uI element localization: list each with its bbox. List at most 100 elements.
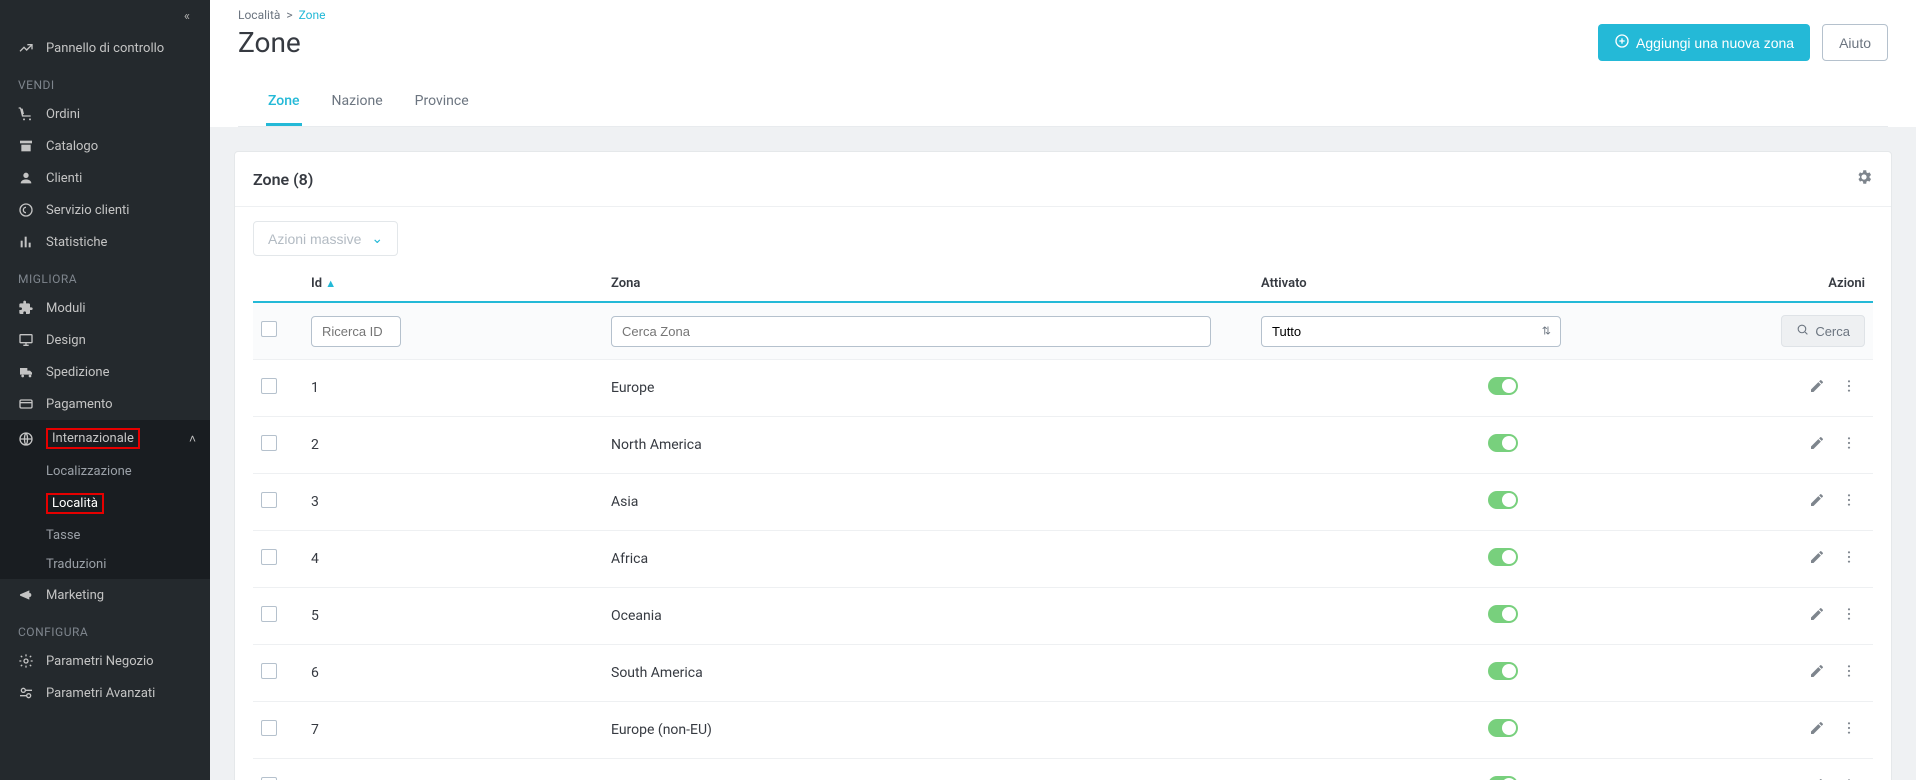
table-row: 8Central America/Antilla <box>253 759 1873 780</box>
sidebar-subitem-tasse[interactable]: Tasse <box>0 521 210 550</box>
sidebar-item-design[interactable]: Design <box>0 324 210 356</box>
sidebar-subitem-traduzioni[interactable]: Traduzioni <box>0 550 210 579</box>
sidebar-item-catalogo[interactable]: Catalogo <box>0 130 210 162</box>
row-checkbox[interactable] <box>261 435 277 451</box>
row-checkbox[interactable] <box>261 549 277 565</box>
sidebar-subitem-localizzazione[interactable]: Localizzazione <box>0 457 210 486</box>
clients-icon <box>18 170 34 186</box>
gear-icon <box>1855 168 1873 186</box>
row-more-button[interactable] <box>1833 545 1865 573</box>
dots-vertical-icon <box>1841 663 1857 679</box>
filter-id-input[interactable] <box>311 316 401 347</box>
breadcrumb: Località > Zone <box>238 8 1888 22</box>
active-toggle[interactable] <box>1488 776 1518 780</box>
stats-icon <box>18 234 34 250</box>
tab-province[interactable]: Province <box>413 79 471 126</box>
sidebar: « Pannello di controllo VENDI Ordini Cat… <box>0 0 210 780</box>
cell-id: 5 <box>303 588 603 645</box>
active-toggle[interactable] <box>1488 548 1518 566</box>
sidebar-item-statistiche[interactable]: Statistiche <box>0 226 210 258</box>
tab-zone[interactable]: Zone <box>266 79 302 126</box>
page-title: Zone <box>238 26 301 59</box>
sidebar-item-ordini[interactable]: Ordini <box>0 98 210 130</box>
edit-button[interactable] <box>1801 602 1833 630</box>
help-button[interactable]: Aiuto <box>1822 24 1888 61</box>
active-toggle[interactable] <box>1488 719 1518 737</box>
sidebar-item-pagamento[interactable]: Pagamento <box>0 388 210 420</box>
filter-zona-input[interactable] <box>611 316 1211 347</box>
highlight-box: Località <box>46 493 104 514</box>
pencil-icon <box>1809 606 1825 622</box>
card-settings-button[interactable] <box>1855 168 1873 190</box>
sidebar-item-moduli[interactable]: Moduli <box>0 292 210 324</box>
sidebar-item-parametri-negozio[interactable]: Parametri Negozio <box>0 645 210 677</box>
sidebar-collapse-button[interactable]: « <box>0 0 210 32</box>
sidebar-item-dashboard[interactable]: Pannello di controllo <box>0 32 210 64</box>
row-checkbox[interactable] <box>261 663 277 679</box>
edit-button[interactable] <box>1801 374 1833 402</box>
active-toggle[interactable] <box>1488 662 1518 680</box>
breadcrumb-current[interactable]: Zone <box>299 8 326 22</box>
chevron-up-icon: ˄ <box>189 432 196 446</box>
select-all-checkbox[interactable] <box>261 321 277 337</box>
topbar: Località > Zone Zone Aggiungi una nuova … <box>210 0 1916 127</box>
sidebar-item-label: Spedizione <box>46 365 110 380</box>
column-header-zona[interactable]: Zona <box>603 266 1253 302</box>
sidebar-item-parametri-avanzati[interactable]: Parametri Avanzati <box>0 677 210 709</box>
tab-nazione[interactable]: Nazione <box>330 79 385 126</box>
active-toggle[interactable] <box>1488 434 1518 452</box>
sidebar-item-internazionale[interactable]: Internazionale ˄ <box>0 420 210 457</box>
sidebar-item-marketing[interactable]: Marketing <box>0 579 210 611</box>
sidebar-item-clienti[interactable]: Clienti <box>0 162 210 194</box>
edit-button[interactable] <box>1801 716 1833 744</box>
column-header-id[interactable]: Id ▲ <box>303 266 603 302</box>
row-more-button[interactable] <box>1833 431 1865 459</box>
advanced-icon <box>18 685 34 701</box>
card-title: Zone (8) <box>253 170 313 189</box>
add-zone-button[interactable]: Aggiungi una nuova zona <box>1598 24 1810 61</box>
table-row: 1Europe <box>253 360 1873 417</box>
edit-button[interactable] <box>1801 773 1833 780</box>
sidebar-item-spedizione[interactable]: Spedizione <box>0 356 210 388</box>
main-content: Località > Zone Zone Aggiungi una nuova … <box>210 0 1916 780</box>
filter-row: Tutto Cerca <box>253 302 1873 360</box>
sidebar-section-configura: CONFIGURA <box>0 611 210 645</box>
edit-button[interactable] <box>1801 431 1833 459</box>
sidebar-subitem-localita[interactable]: Località <box>0 486 210 521</box>
breadcrumb-parent[interactable]: Località <box>238 8 280 22</box>
row-checkbox[interactable] <box>261 606 277 622</box>
row-more-button[interactable] <box>1833 716 1865 744</box>
bulk-actions-button[interactable]: Azioni massive ⌄ <box>253 221 398 256</box>
button-label: Aggiungi una nuova zona <box>1636 35 1794 51</box>
row-more-button[interactable] <box>1833 602 1865 630</box>
column-header-attivato[interactable]: Attivato <box>1253 266 1753 302</box>
row-more-button[interactable] <box>1833 488 1865 516</box>
sidebar-item-servizio-clienti[interactable]: Servizio clienti <box>0 194 210 226</box>
row-more-button[interactable] <box>1833 374 1865 402</box>
edit-button[interactable] <box>1801 488 1833 516</box>
edit-button[interactable] <box>1801 545 1833 573</box>
active-toggle[interactable] <box>1488 491 1518 509</box>
cell-zona: Europe <box>603 360 1253 417</box>
filter-attivato-select[interactable]: Tutto <box>1261 316 1561 347</box>
active-toggle[interactable] <box>1488 605 1518 623</box>
cell-zona: North America <box>603 417 1253 474</box>
sidebar-section-migliora: MIGLIORA <box>0 258 210 292</box>
row-checkbox[interactable] <box>261 492 277 508</box>
row-more-button[interactable] <box>1833 659 1865 687</box>
dots-vertical-icon <box>1841 606 1857 622</box>
cell-id: 8 <box>303 759 603 780</box>
row-checkbox[interactable] <box>261 378 277 394</box>
row-checkbox[interactable] <box>261 720 277 736</box>
edit-button[interactable] <box>1801 659 1833 687</box>
search-button[interactable]: Cerca <box>1781 315 1865 347</box>
sidebar-section-vendi: VENDI <box>0 64 210 98</box>
truck-icon <box>18 364 34 380</box>
active-toggle[interactable] <box>1488 377 1518 395</box>
cell-zona: Central America/Antilla <box>603 759 1253 780</box>
sidebar-item-label: Pannello di controllo <box>46 41 164 56</box>
cell-id: 3 <box>303 474 603 531</box>
cell-zona: Africa <box>603 531 1253 588</box>
table-row: 2North America <box>253 417 1873 474</box>
row-more-button[interactable] <box>1833 773 1865 780</box>
